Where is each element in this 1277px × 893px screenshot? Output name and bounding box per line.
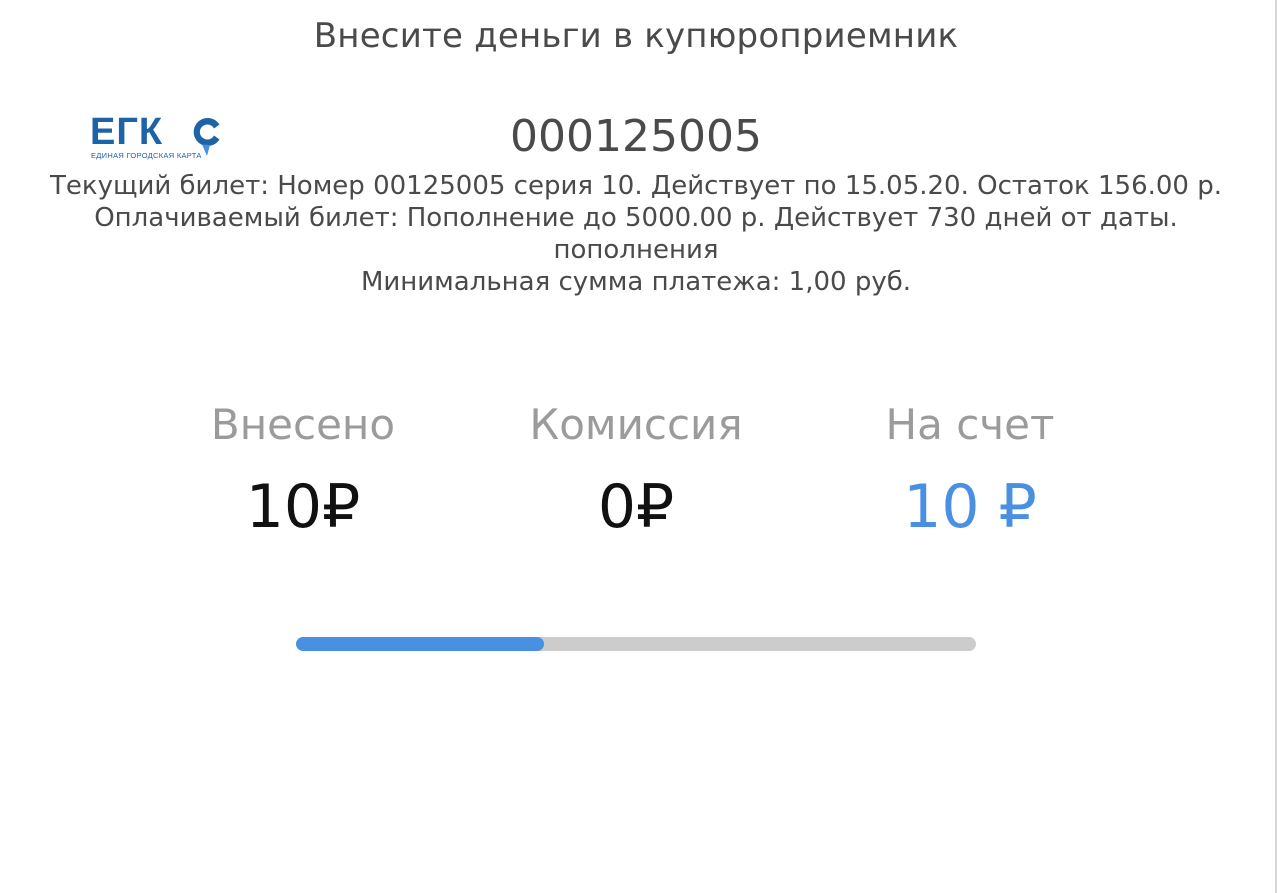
card-number: 000125005 — [510, 111, 762, 162]
paid-ticket-line-continued: пополнения — [553, 235, 719, 265]
min-payment-line: Минимальная сумма платежа: 1,00 руб. — [360, 267, 912, 297]
progress-bar — [296, 637, 976, 651]
to-account-value: 10 ₽ — [903, 472, 1037, 542]
commission-value: 0₽ — [597, 472, 675, 542]
commission-label: Комиссия — [529, 400, 743, 449]
to-account-label: На счет — [885, 400, 1055, 449]
commission-column: Комиссия 0₽ — [476, 398, 796, 542]
payment-screen: Внесите деньги в купюроприемник ЕГК ЕДИН… — [0, 0, 1277, 893]
deposited-value: 10₽ — [245, 472, 361, 542]
to-account-column: На счет 10 ₽ — [810, 398, 1130, 542]
deposited-label: Внесено — [210, 400, 396, 449]
deposited-column: Внесено 10₽ — [143, 398, 463, 542]
paid-ticket-line: Оплачиваемый билет: Пополнение до 5000.0… — [94, 203, 1178, 233]
progress-fill — [296, 637, 545, 651]
instruction-title: Внесите деньги в купюроприемник — [313, 16, 959, 56]
payment-summary: Внесено 10₽ Комиссия 0₽ На счет 10 ₽ — [0, 398, 1272, 548]
current-ticket-line: Текущий билет: Номер 00125005 серия 10. … — [50, 171, 1222, 201]
ticket-info: Текущий билет: Номер 00125005 серия 10. … — [40, 170, 1232, 298]
